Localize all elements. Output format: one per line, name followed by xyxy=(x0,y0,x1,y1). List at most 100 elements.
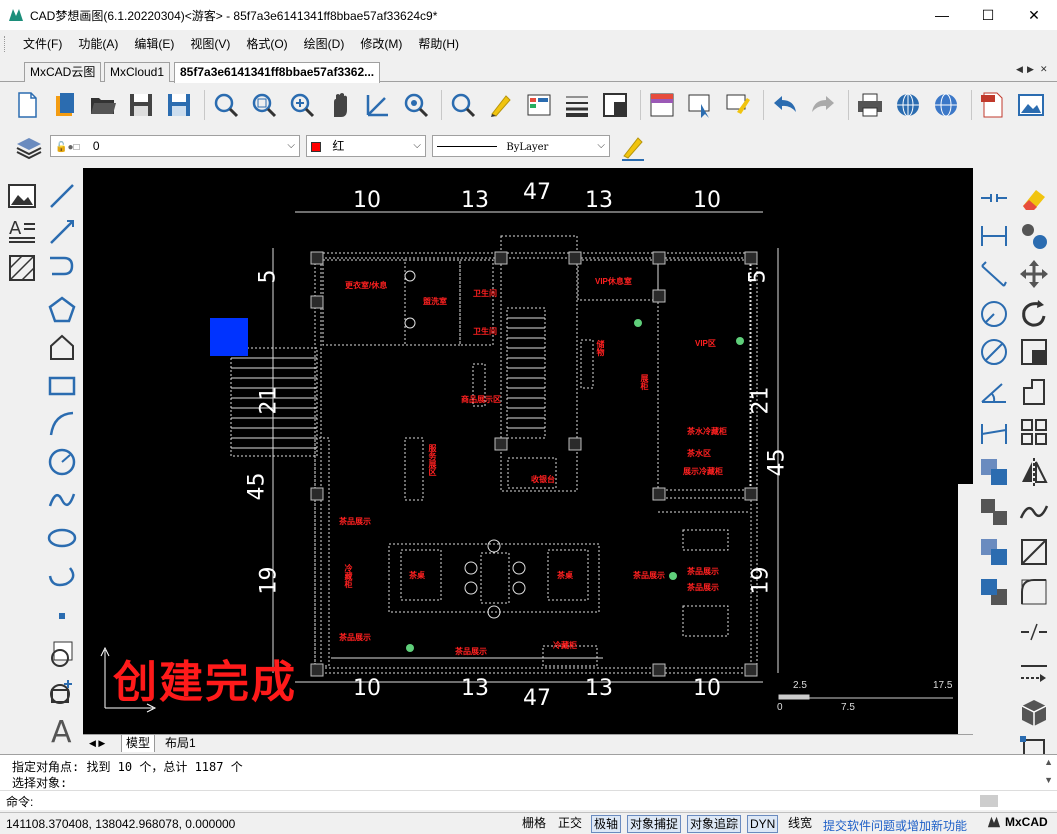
erase-tool[interactable] xyxy=(1016,180,1052,216)
polar-toggle[interactable]: 极轴 xyxy=(591,815,622,833)
dim-continue-tool[interactable] xyxy=(976,180,1012,216)
linetype-select[interactable]: ByLayer ⌵ xyxy=(432,135,610,157)
draworder-front-tool[interactable] xyxy=(976,534,1012,570)
offset-tool[interactable] xyxy=(1016,494,1052,530)
rotate-tool[interactable] xyxy=(1016,296,1052,332)
polyline-tool[interactable] xyxy=(44,250,80,286)
dim-linear-tool[interactable] xyxy=(976,218,1012,254)
open-template-button[interactable] xyxy=(48,88,82,122)
maximize-button[interactable]: ☐ xyxy=(965,0,1011,30)
zoom-previous-button[interactable] xyxy=(446,88,480,122)
block-tool[interactable] xyxy=(44,636,80,672)
grid-toggle[interactable]: 栅格 xyxy=(520,815,548,833)
tab-mxcad-cloud[interactable]: MxCAD云图 xyxy=(24,62,102,82)
copy-tool[interactable] xyxy=(1016,218,1052,254)
tab-mxcloud1[interactable]: MxCloud1 xyxy=(104,62,171,82)
tab-layout1[interactable]: 布局1 xyxy=(161,735,200,752)
tab-current-drawing[interactable]: 85f7a3e6141341ff8bbae57af3362... xyxy=(174,62,381,83)
chamfer-tool[interactable] xyxy=(1016,534,1052,570)
export-pdf-button[interactable] xyxy=(976,88,1010,122)
3d-box-tool[interactable] xyxy=(1016,694,1052,730)
layout-button[interactable] xyxy=(598,88,632,122)
circle-tool[interactable] xyxy=(44,444,80,480)
save-as-button[interactable] xyxy=(162,88,196,122)
menu-view[interactable]: 视图(V) xyxy=(182,32,238,56)
export-image-button[interactable] xyxy=(1014,88,1048,122)
scroll-down-icon[interactable]: ▼ xyxy=(1044,775,1053,785)
minimize-button[interactable]: — xyxy=(919,0,965,30)
zoom-window-button[interactable] xyxy=(209,88,243,122)
text-style-button[interactable] xyxy=(645,88,679,122)
tab-scroll-right-icon[interactable]: ▶ xyxy=(1027,64,1034,75)
line-tool[interactable] xyxy=(44,178,80,214)
undo-button[interactable] xyxy=(768,88,802,122)
dim-aligned-tool[interactable] xyxy=(976,256,1012,292)
osnap-toggle[interactable]: 对象捕捉 xyxy=(627,815,682,833)
hatch-tool[interactable] xyxy=(4,250,40,286)
rectangle-tool[interactable] xyxy=(44,368,80,404)
ellipse-arc-tool[interactable] xyxy=(44,558,80,594)
menu-modify[interactable]: 修改(M) xyxy=(352,32,410,56)
shape-tool[interactable] xyxy=(44,330,80,366)
pencil-button[interactable] xyxy=(484,88,518,122)
dyn-toggle[interactable]: DYN xyxy=(747,815,779,833)
break-tool[interactable] xyxy=(1016,614,1052,650)
pencil-icon[interactable] xyxy=(618,132,648,162)
tab-scroll-left-icon[interactable]: ◀ xyxy=(1016,64,1023,75)
layer-select[interactable]: 🔓●□ 0 ⌵ xyxy=(50,135,300,157)
spline-tool[interactable] xyxy=(44,482,80,518)
color-select[interactable]: 红 ⌵ xyxy=(306,135,426,157)
menu-file[interactable]: 文件(F) xyxy=(15,32,70,56)
ray-tool[interactable] xyxy=(44,214,80,250)
drawing-canvas[interactable]: 10 13 47 13 10 10 13 47 13 10 5 21 45 19… xyxy=(83,168,973,734)
menu-edit[interactable]: 编辑(E) xyxy=(126,32,182,56)
layer-manager-button[interactable] xyxy=(522,88,556,122)
text-tool[interactable]: A xyxy=(44,712,80,748)
command-scroll-thumb[interactable] xyxy=(980,795,998,807)
open-file-button[interactable] xyxy=(86,88,120,122)
menu-help[interactable]: 帮助(H) xyxy=(410,32,467,56)
menu-function[interactable]: 功能(A) xyxy=(70,32,126,56)
group-tool[interactable] xyxy=(976,454,1012,490)
command-input[interactable]: 命令: xyxy=(0,790,1057,810)
stretch-tool[interactable] xyxy=(1016,374,1052,410)
cloud-button[interactable] xyxy=(891,88,925,122)
tab-close-icon[interactable]: ✕ xyxy=(1040,64,1048,75)
dim-baseline-tool[interactable] xyxy=(976,414,1012,450)
layers-icon[interactable] xyxy=(14,132,44,162)
array-tool[interactable] xyxy=(1016,414,1052,450)
dim-angular-tool[interactable] xyxy=(976,374,1012,410)
ucs-button[interactable] xyxy=(361,88,395,122)
ellipse-tool[interactable] xyxy=(44,520,80,556)
canvas-vertical-scrollbar[interactable] xyxy=(958,484,973,734)
arc-tool[interactable] xyxy=(44,406,80,442)
feedback-link[interactable]: 提交软件问题或增加新功能 xyxy=(823,817,967,834)
scroll-up-icon[interactable]: ▲ xyxy=(1044,757,1053,767)
zoom-in-button[interactable] xyxy=(285,88,319,122)
linetype-button[interactable] xyxy=(560,88,594,122)
insert-image-tool[interactable] xyxy=(4,178,40,214)
web-button[interactable] xyxy=(929,88,963,122)
ortho-toggle[interactable]: 正交 xyxy=(556,815,584,833)
new-file-button[interactable] xyxy=(10,88,44,122)
tab-model[interactable]: 模型 xyxy=(121,735,156,752)
dim-radius-tool[interactable] xyxy=(976,296,1012,332)
pan-button[interactable] xyxy=(323,88,357,122)
save-button[interactable] xyxy=(124,88,158,122)
print-button[interactable] xyxy=(853,88,887,122)
extend-tool[interactable] xyxy=(1016,654,1052,690)
make-block-tool[interactable] xyxy=(44,674,80,710)
mtext-tool[interactable]: A xyxy=(4,214,40,250)
zoom-extents-button[interactable] xyxy=(247,88,281,122)
redo-button[interactable] xyxy=(806,88,840,122)
zoom-realtime-button[interactable] xyxy=(399,88,433,122)
polygon-tool[interactable] xyxy=(44,292,80,328)
fillet-tool[interactable] xyxy=(1016,574,1052,610)
menu-format[interactable]: 格式(O) xyxy=(238,32,295,56)
scale-tool[interactable] xyxy=(1016,334,1052,370)
draworder-back-tool[interactable] xyxy=(976,574,1012,610)
close-button[interactable]: ✕ xyxy=(1011,0,1057,30)
dim-diameter-tool[interactable] xyxy=(976,334,1012,370)
lineweight-toggle[interactable]: 线宽 xyxy=(786,815,814,833)
select-cursor-button[interactable] xyxy=(683,88,717,122)
